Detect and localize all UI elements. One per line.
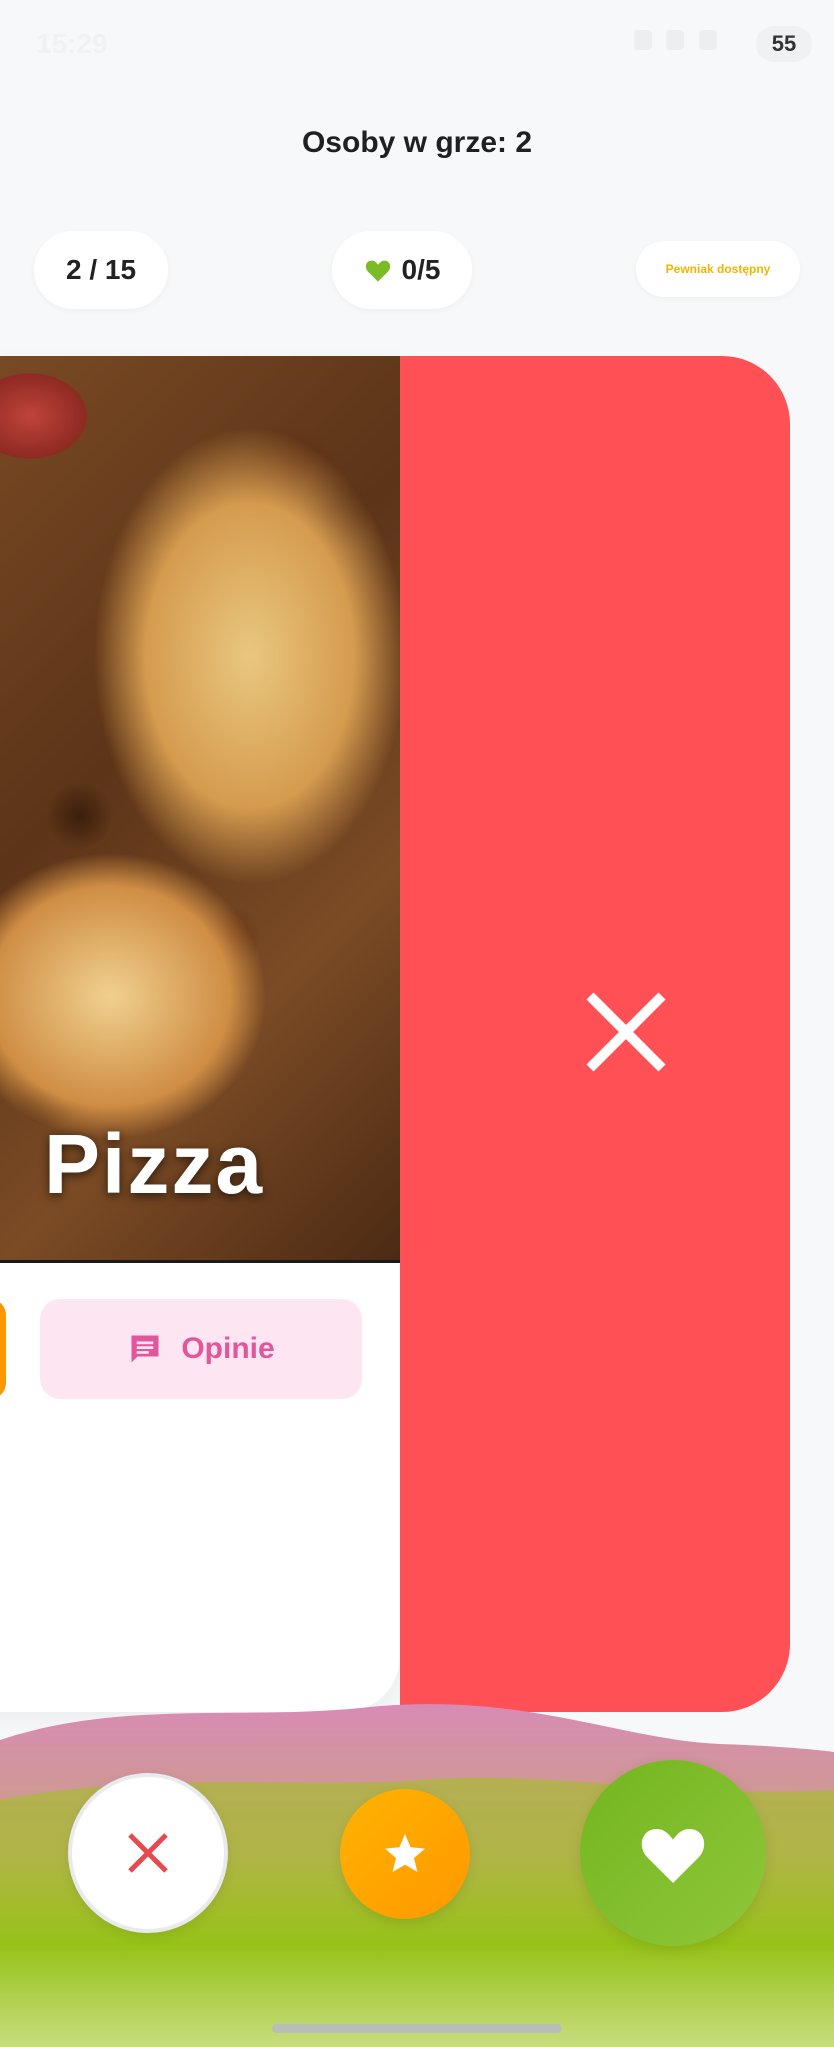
- status-bar: 15:29 55: [0, 0, 834, 90]
- reviews-button[interactable]: Opinie: [40, 1299, 362, 1399]
- star-icon: [385, 1834, 425, 1872]
- likes-counter-label: 0/5: [401, 254, 441, 285]
- card-counter: 2 / 15: [34, 231, 168, 309]
- home-indicator[interactable]: [272, 2024, 562, 2033]
- likes-counter: 0/5: [332, 231, 472, 309]
- page-title: Osoby w grze: 2: [301, 126, 533, 159]
- reject-overlay: [400, 356, 790, 1712]
- like-button[interactable]: [580, 1760, 766, 1946]
- close-icon: [128, 1833, 168, 1873]
- dish-name: Pizza: [44, 1117, 265, 1211]
- superlike-button[interactable]: [340, 1789, 470, 1919]
- close-icon: [586, 992, 666, 1072]
- dish-card[interactable]: Pizza Opinie: [0, 356, 400, 1712]
- dislike-button[interactable]: [68, 1773, 228, 1933]
- status-time: 15:29: [36, 28, 108, 59]
- heart-icon: [641, 1829, 705, 1883]
- wifi-icon: [634, 30, 652, 50]
- heart-icon: [365, 260, 390, 282]
- card-counter-label: 2 / 15: [65, 254, 137, 285]
- status-icons: [624, 30, 744, 58]
- reviews-label: Opinie: [181, 1332, 275, 1365]
- battery-indicator: 55: [756, 26, 812, 62]
- comment-icon: [131, 1335, 159, 1363]
- signal-icon-2: [698, 30, 717, 50]
- hint-available-label: Pewniak dostępny: [665, 262, 771, 276]
- signal-icon: [666, 30, 685, 50]
- hint-available-button[interactable]: Pewniak dostępny: [636, 241, 800, 297]
- recipe-button[interactable]: [0, 1299, 6, 1399]
